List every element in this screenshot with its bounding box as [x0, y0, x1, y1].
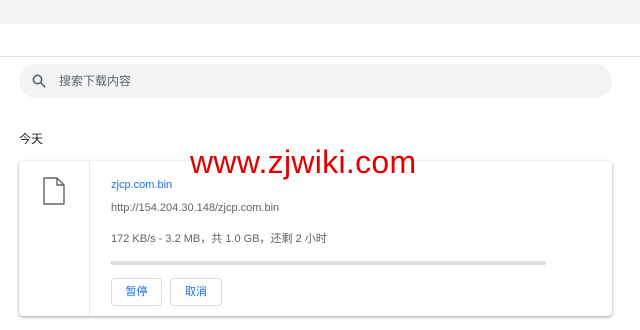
cancel-button[interactable]: 取消	[170, 278, 222, 306]
download-card: zjcp.com.bin http://154.204.30.148/zjcp.…	[19, 161, 612, 316]
search-icon	[32, 74, 46, 88]
top-bar	[0, 0, 640, 24]
section-date-label: 今天	[19, 132, 44, 146]
download-progress-fill	[111, 261, 113, 265]
download-status: 172 KB/s - 3.2 MB，共 1.0 GB，还剩 2 小时	[111, 233, 327, 245]
pause-button[interactable]: 暂停	[111, 278, 162, 306]
file-icon-column	[19, 161, 90, 316]
file-source-url[interactable]: http://154.204.30.148/zjcp.com.bin	[111, 201, 279, 215]
header-band	[0, 24, 640, 57]
download-progress-bar	[111, 261, 546, 265]
watermark: www.zjwiki.com	[190, 144, 417, 180]
file-name-link[interactable]: zjcp.com.bin	[111, 178, 172, 192]
search-bar[interactable]: 搜索下载内容	[19, 64, 612, 98]
file-icon	[43, 177, 65, 205]
search-input[interactable]: 搜索下载内容	[59, 73, 131, 89]
